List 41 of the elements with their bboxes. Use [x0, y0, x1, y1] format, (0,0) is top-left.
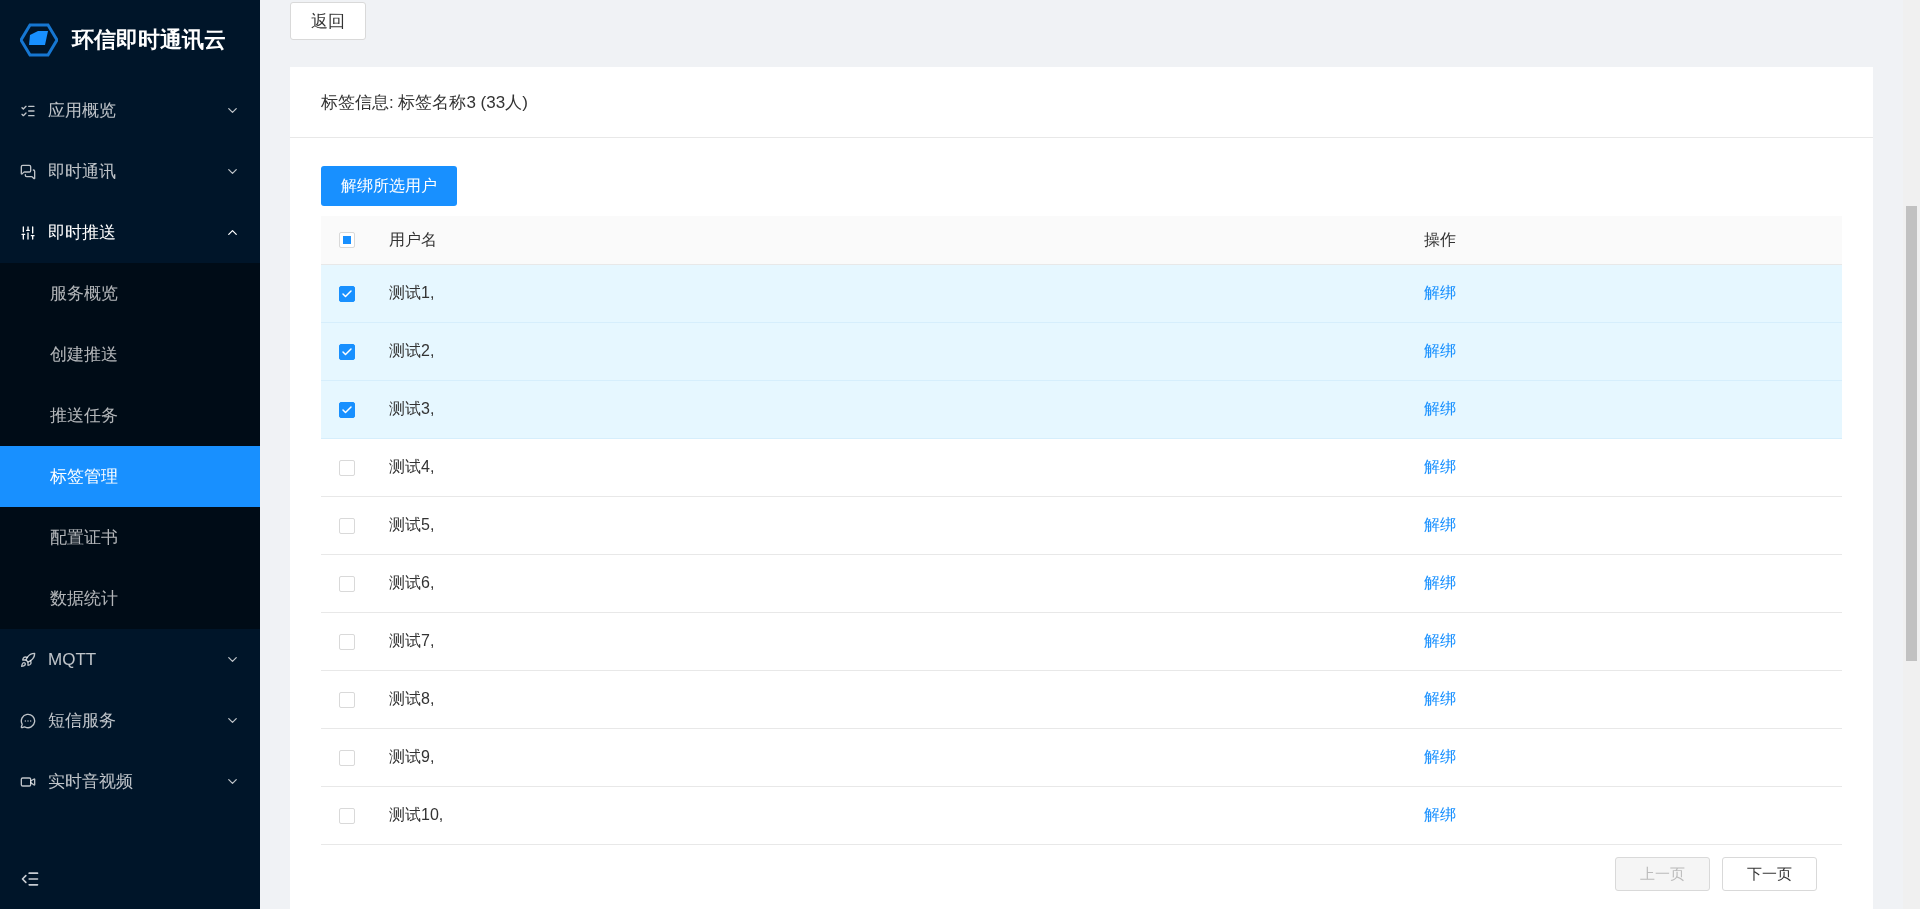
menu-item[interactable]: 推送任务: [0, 385, 260, 446]
logo-icon: [20, 23, 58, 57]
collapse-menu-icon[interactable]: [20, 869, 40, 889]
check-icon: [341, 287, 353, 300]
username-cell-text: 测试3,: [389, 399, 435, 419]
next-page-button[interactable]: 下一页: [1722, 857, 1817, 891]
username-cell-text: 测试7,: [389, 631, 435, 651]
username-cell-text: 测试9,: [389, 747, 435, 767]
username-cell-text: 测试2,: [389, 341, 435, 361]
row-checkbox[interactable]: [339, 401, 355, 418]
menu-item[interactable]: 创建推送: [0, 324, 260, 385]
sliders-icon: [20, 224, 36, 241]
menu-item[interactable]: 配置证书: [0, 507, 260, 568]
column-header: 操作: [1424, 229, 1456, 250]
menu-group[interactable]: 即时推送: [0, 202, 260, 263]
chat-bubbles-icon: [20, 163, 36, 180]
menu-group[interactable]: 短信服务: [0, 690, 260, 751]
username-cell-text: 测试8,: [389, 689, 435, 709]
menu-item[interactable]: 数据统计: [0, 568, 260, 629]
check-icon: [341, 345, 353, 358]
username-cell-text: 测试6,: [389, 573, 435, 593]
username-cell-text: 测试1,: [389, 283, 435, 303]
brand-name: 环信即时通讯云: [72, 26, 226, 54]
menu-group[interactable]: 即时通讯: [0, 141, 260, 202]
menu-group[interactable]: 实时音视频: [0, 751, 260, 812]
row-checkbox[interactable]: [339, 285, 355, 302]
scrollbar[interactable]: [1903, 0, 1920, 909]
username-cell-text: 测试10,: [389, 805, 444, 825]
card-title: 标签信息: 标签名称3 (33人): [321, 91, 528, 114]
row-checkbox[interactable]: [339, 343, 355, 360]
menu-group[interactable]: MQTT: [0, 629, 260, 690]
check-icon: [341, 403, 353, 416]
rocket-icon: [20, 651, 36, 668]
back-button[interactable]: 返回: [290, 2, 366, 40]
column-header: 用户名: [389, 229, 437, 250]
menu-item[interactable]: 服务概览: [0, 263, 260, 324]
username-cell-text: 测试4,: [389, 457, 435, 477]
select-all-checkbox[interactable]: [339, 232, 355, 248]
menu-group[interactable]: 应用概览: [0, 80, 260, 141]
username-cell-text: 测试5,: [389, 515, 435, 535]
chat-dots-icon: [20, 712, 36, 729]
